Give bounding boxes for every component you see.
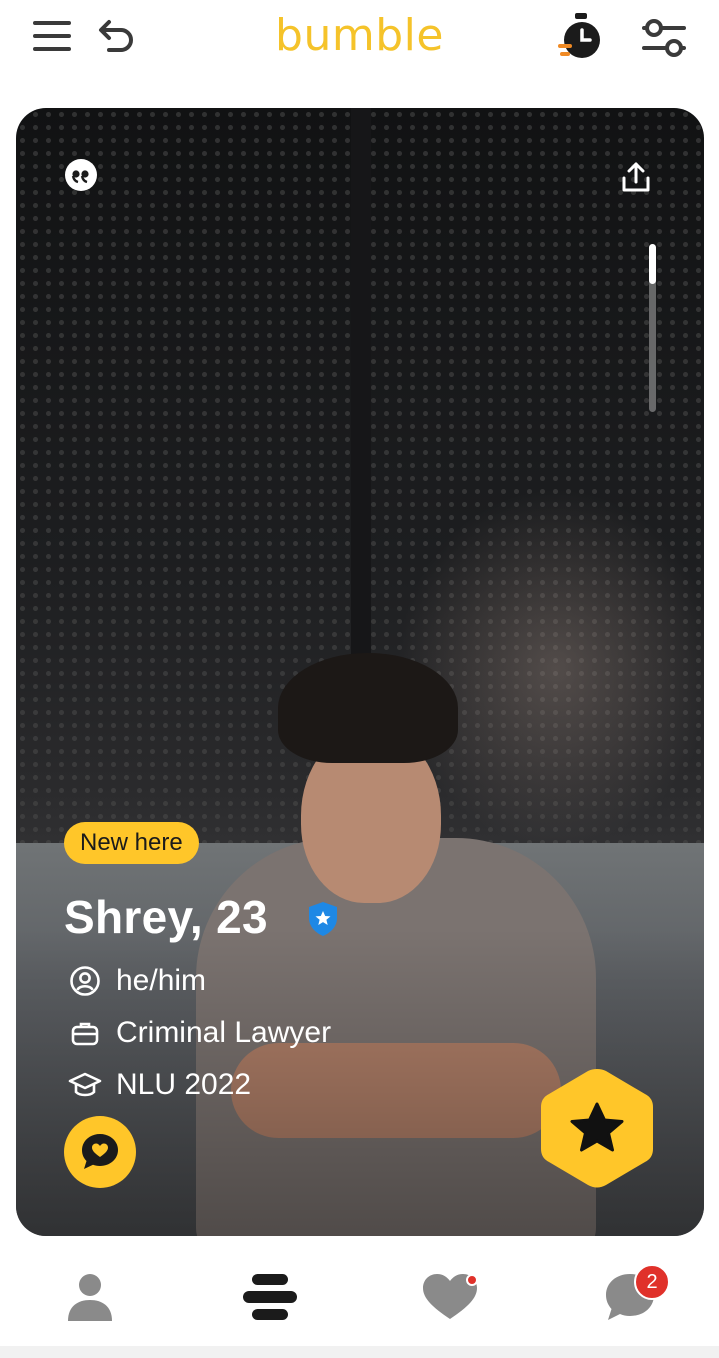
- bumble-stack-icon: [243, 1274, 297, 1320]
- photo-light: [396, 488, 704, 848]
- verified-badge[interactable]: [306, 900, 340, 938]
- photo-person-hair: [278, 653, 458, 763]
- filters-button[interactable]: [636, 12, 692, 64]
- briefcase-icon: [68, 1016, 102, 1050]
- superswipe-button[interactable]: [538, 1066, 656, 1190]
- photo-scroll-thumb: [649, 244, 656, 285]
- share-icon: [622, 162, 650, 192]
- profile-name-age: Shrey, 23: [64, 891, 268, 943]
- profile-card[interactable]: New here Shrey, 23 he/him Criminal Lawye…: [16, 108, 704, 1236]
- graduation-cap-icon: [68, 1068, 102, 1102]
- filter-sliders-icon: [642, 19, 686, 57]
- pronouns-row: he/him: [68, 964, 206, 998]
- photo-scroll-indicator: [649, 244, 656, 412]
- app-logo: bumble: [275, 10, 444, 61]
- system-nav-strip: [0, 1346, 719, 1358]
- pronouns-text: he/him: [116, 964, 207, 997]
- job-text: Criminal Lawyer: [116, 1016, 332, 1049]
- compliment-heart-bubble-icon: [82, 1134, 118, 1169]
- new-here-badge: New here: [64, 822, 199, 864]
- person-icon: [68, 1274, 112, 1321]
- likes-notification-dot: [466, 1274, 478, 1286]
- education-text: NLU 2022: [116, 1068, 252, 1101]
- share-button[interactable]: [616, 158, 656, 198]
- nav-profile[interactable]: [54, 1266, 126, 1328]
- education-row: NLU 2022: [68, 1068, 251, 1102]
- nav-discover[interactable]: [234, 1266, 306, 1328]
- quote-icon: [65, 159, 97, 191]
- bottom-navigation: 2: [0, 1242, 719, 1358]
- person-circle-icon: [68, 964, 102, 998]
- prompts-button[interactable]: [64, 158, 98, 192]
- compliment-button[interactable]: [64, 1116, 136, 1188]
- stopwatch-icon: [558, 13, 600, 58]
- timer-button[interactable]: [552, 10, 608, 62]
- verified-shield-icon: [309, 902, 337, 936]
- chats-unread-badge: 2: [634, 1264, 670, 1300]
- top-bar: bumble: [0, 0, 719, 90]
- job-row: Criminal Lawyer: [68, 1016, 331, 1050]
